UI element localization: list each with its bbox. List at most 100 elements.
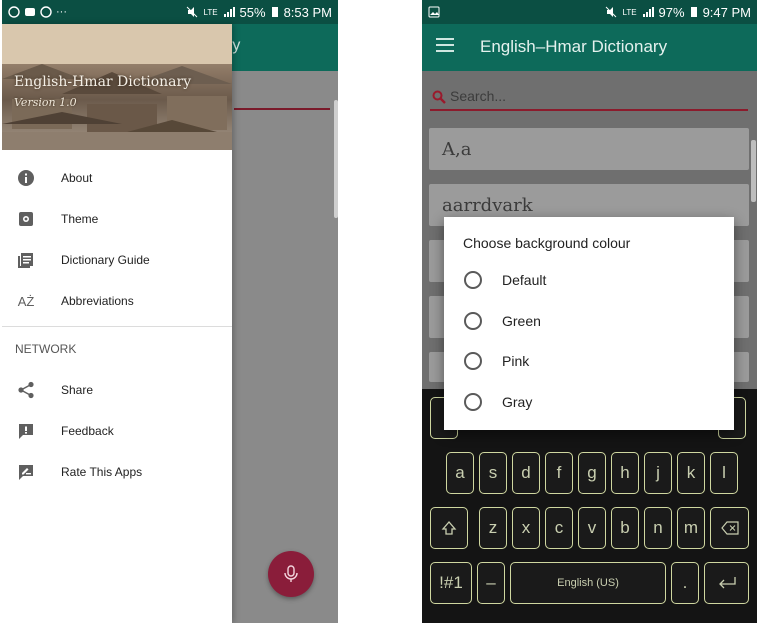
menu-item-about[interactable]: About — [2, 158, 232, 198]
radio-button[interactable] — [464, 271, 482, 289]
menu-item-label: About — [61, 171, 93, 185]
key-l[interactable]: l — [710, 452, 738, 494]
menu-icon[interactable] — [436, 38, 454, 52]
dash-key[interactable]: – — [477, 562, 505, 604]
battery-percent: 97% — [658, 4, 685, 20]
scrollbar[interactable] — [334, 100, 338, 218]
key-n[interactable]: n — [644, 507, 672, 549]
radio-option-green[interactable]: Green — [444, 302, 734, 340]
radio-option-default[interactable]: Default — [444, 261, 734, 299]
mute-icon — [606, 6, 617, 18]
right-phone-screen: LTE 97% 9:47 PM English–Hmar Dictionary … — [422, 0, 757, 623]
key-z[interactable]: z — [479, 507, 507, 549]
left-phone-screen: ··· LTE 55% 8:53 PM ry English-Hmar Dict… — [2, 0, 338, 623]
menu-item-share[interactable]: Share — [2, 370, 232, 410]
key-a[interactable]: a — [446, 452, 474, 494]
signal-icon — [223, 7, 235, 17]
radio-option-pink[interactable]: Pink — [444, 342, 734, 380]
status-bar: ··· LTE 55% 8:53 PM — [2, 0, 338, 24]
radio-button[interactable] — [464, 393, 482, 411]
key-k[interactable]: k — [677, 452, 705, 494]
key-s[interactable]: s — [479, 452, 507, 494]
image-notification-icon — [428, 6, 440, 18]
more-icon: ··· — [56, 6, 67, 18]
key-d[interactable]: d — [512, 452, 540, 494]
word-label: A,a — [442, 138, 472, 160]
backspace-key[interactable] — [710, 507, 749, 549]
radio-label: Green — [502, 313, 541, 329]
rate-icon — [16, 462, 36, 482]
battery-icon — [271, 7, 278, 17]
whatsapp-icon — [40, 6, 52, 18]
menu-item-rate-this-apps[interactable]: Rate This Apps — [2, 452, 232, 492]
book-icon — [16, 250, 36, 270]
scrollbar[interactable] — [751, 140, 756, 202]
radio-option-gray[interactable]: Gray — [444, 383, 734, 421]
search-underline — [430, 109, 748, 111]
notification-icons: ··· — [8, 6, 67, 18]
key-m[interactable]: m — [677, 507, 705, 549]
menu-item-feedback[interactable]: Feedback — [2, 411, 232, 451]
symbols-key[interactable]: !#1 — [430, 562, 472, 604]
battery-percent: 55% — [239, 4, 266, 20]
menu-item-label: Dictionary Guide — [61, 253, 150, 267]
info-icon — [16, 168, 36, 188]
settings-icon — [16, 209, 36, 229]
network-type: LTE — [622, 7, 637, 17]
shift-icon — [441, 521, 457, 535]
enter-key[interactable] — [704, 562, 749, 604]
network-type: LTE — [203, 7, 218, 17]
search-placeholder: Search... — [450, 88, 507, 104]
battery-charging-icon — [690, 7, 697, 17]
search-underline — [234, 108, 330, 110]
drawer-header: English-Hmar Dictionary Version 1.0 — [2, 24, 232, 150]
space-key[interactable]: English (US) — [510, 562, 666, 604]
shift-key[interactable] — [430, 507, 468, 549]
menu-item-theme[interactable]: Theme — [2, 199, 232, 239]
search-field[interactable]: Search... — [430, 86, 748, 111]
menu-item-label: Rate This Apps — [61, 465, 143, 479]
mic-icon — [284, 565, 298, 582]
key-h[interactable]: h — [611, 452, 639, 494]
radio-label: Gray — [502, 394, 533, 410]
menu-item-label: Share — [61, 383, 94, 397]
word-label: aarrdvark — [442, 194, 533, 216]
dialog-title: Choose background colour — [463, 235, 631, 251]
key-x[interactable]: x — [512, 507, 540, 549]
key-f[interactable]: f — [545, 452, 573, 494]
youtube-icon — [25, 8, 35, 16]
clock: 8:53 PM — [283, 4, 332, 20]
radio-button[interactable] — [464, 352, 482, 370]
radio-label: Default — [502, 272, 547, 288]
signal-icon — [642, 7, 654, 17]
period-key[interactable]: . — [671, 562, 699, 604]
backspace-icon — [720, 521, 739, 535]
app-title: English–Hmar Dictionary — [480, 37, 668, 56]
search-icon — [432, 90, 446, 104]
divider — [2, 326, 232, 327]
voice-search-button[interactable] — [268, 551, 314, 597]
enter-icon — [718, 577, 736, 589]
radio-button[interactable] — [464, 312, 482, 330]
key-b[interactable]: b — [611, 507, 639, 549]
section-label-network: NETWORK — [15, 342, 77, 356]
whatsapp-icon — [8, 6, 20, 18]
key-v[interactable]: v — [578, 507, 606, 549]
background-colour-dialog: Choose background colour Default Green P… — [444, 217, 734, 430]
status-bar: LTE 97% 9:47 PM — [422, 0, 757, 24]
menu-item-label: Abbreviations — [61, 294, 134, 308]
key-g[interactable]: g — [578, 452, 606, 494]
feedback-icon — [16, 421, 36, 441]
key-j[interactable]: j — [644, 452, 672, 494]
app-bar: English–Hmar Dictionary — [422, 24, 757, 71]
key-c[interactable]: c — [545, 507, 573, 549]
menu-item-abbreviations[interactable]: AŻ Abbreviations — [2, 281, 232, 321]
navigation-drawer: English-Hmar Dictionary Version 1.0 Abou… — [2, 24, 232, 623]
clock: 9:47 PM — [702, 4, 751, 20]
word-item[interactable]: A,a — [429, 128, 749, 170]
menu-item-dictionary-guide[interactable]: Dictionary Guide — [2, 240, 232, 280]
az-icon: AŻ — [17, 293, 35, 309]
mute-icon — [187, 6, 198, 18]
radio-label: Pink — [502, 353, 530, 369]
menu-item-label: Feedback — [61, 424, 114, 438]
